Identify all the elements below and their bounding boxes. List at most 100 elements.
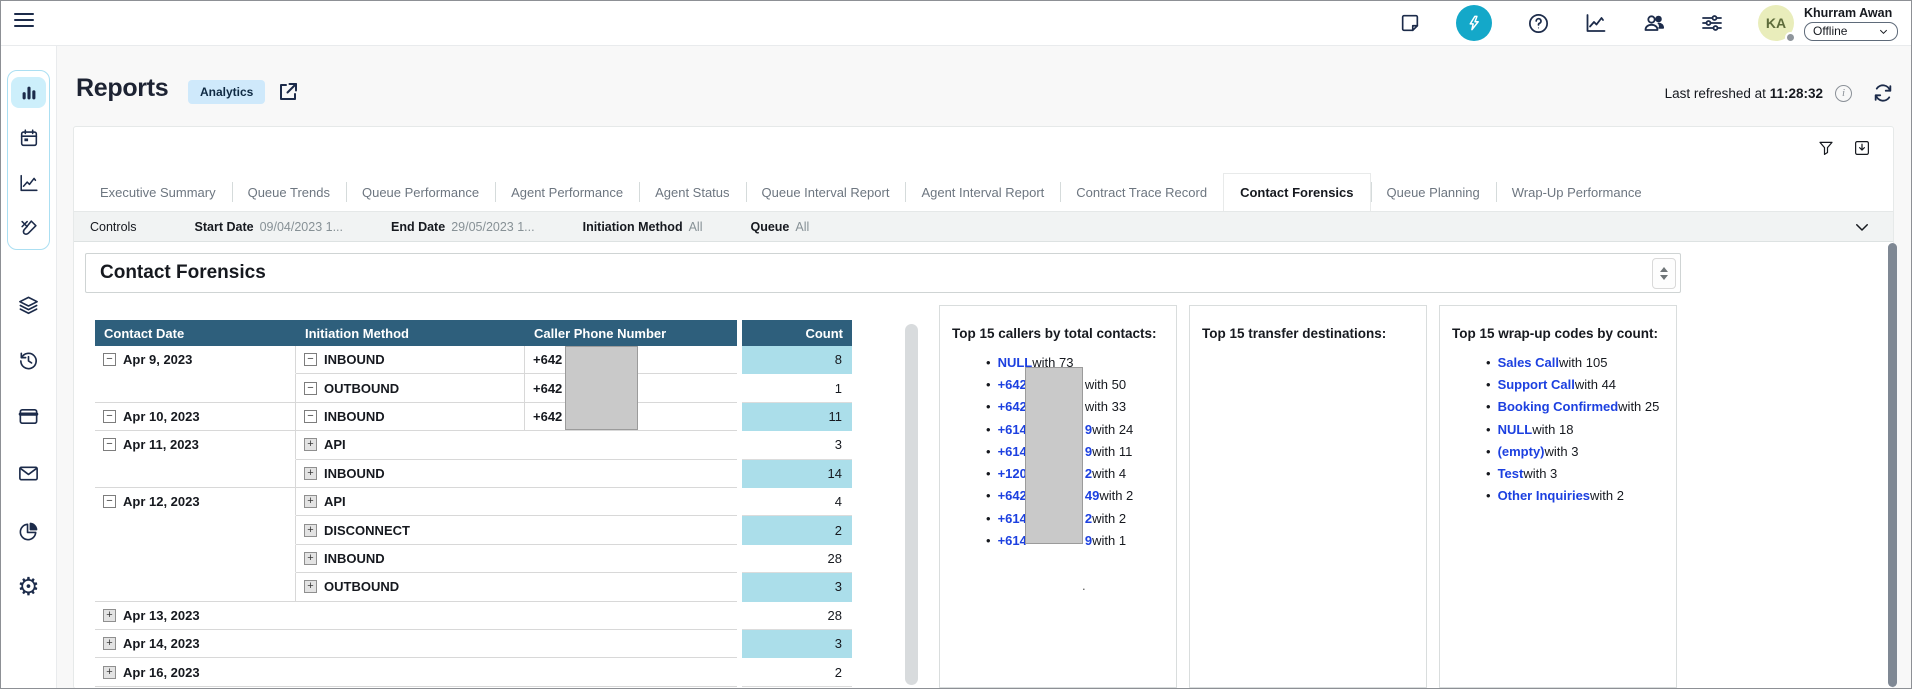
caller-link[interactable]: 9 bbox=[1085, 422, 1092, 437]
gear-icon[interactable]: ⚙ bbox=[10, 570, 47, 604]
wrapup-code-link[interactable]: Support Call bbox=[1498, 377, 1575, 392]
expand-toggle-icon[interactable]: + bbox=[304, 495, 317, 508]
expand-toggle-icon[interactable]: − bbox=[103, 353, 116, 366]
method-label: INBOUND bbox=[324, 409, 385, 424]
expand-toggle-icon[interactable]: + bbox=[304, 467, 317, 480]
date-cell bbox=[95, 374, 296, 402]
expand-toggle-icon[interactable]: − bbox=[103, 495, 116, 508]
history-icon[interactable] bbox=[10, 343, 47, 377]
tab-queue-interval-report[interactable]: Queue Interval Report bbox=[746, 173, 906, 211]
tab-executive-summary[interactable]: Executive Summary bbox=[84, 173, 232, 211]
wrapup-code-link[interactable]: Sales Call bbox=[1498, 355, 1559, 370]
caller-link[interactable]: +614 bbox=[998, 422, 1027, 437]
filter-icon[interactable] bbox=[1817, 139, 1835, 157]
tab-wrap-up-performance[interactable]: Wrap-Up Performance bbox=[1496, 173, 1658, 211]
contact-forensics-table: Contact DateInitiation MethodCaller Phon… bbox=[95, 320, 852, 687]
caller-link[interactable]: +642 bbox=[998, 488, 1027, 503]
expand-toggle-icon[interactable]: + bbox=[103, 609, 116, 622]
expand-toggle-icon[interactable]: + bbox=[304, 580, 317, 593]
line-chart-icon[interactable] bbox=[11, 167, 46, 198]
wrapup-code-link[interactable]: Booking Confirmed bbox=[1498, 399, 1619, 414]
caller-link[interactable]: +614 bbox=[998, 511, 1027, 526]
method-cell: −INBOUND bbox=[296, 403, 525, 431]
tab-contact-forensics[interactable]: Contact Forensics bbox=[1223, 173, 1370, 211]
mail-icon[interactable] bbox=[10, 456, 47, 490]
filter-queue[interactable]: QueueAll bbox=[750, 220, 809, 234]
column-header-contact-date[interactable]: Contact Date bbox=[95, 320, 296, 346]
count-cell: 4 bbox=[742, 488, 852, 516]
page-scrollbar[interactable] bbox=[1888, 243, 1897, 687]
caller-link[interactable]: +614 bbox=[998, 533, 1027, 548]
metrics-icon[interactable] bbox=[1584, 11, 1608, 35]
filter-initiation-method[interactable]: Initiation MethodAll bbox=[583, 220, 703, 234]
menu-icon[interactable] bbox=[14, 13, 34, 31]
expand-toggle-icon[interactable]: − bbox=[304, 382, 317, 395]
expand-toggle-icon[interactable]: + bbox=[304, 438, 317, 451]
tab-agent-performance[interactable]: Agent Performance bbox=[495, 173, 639, 211]
tab-queue-planning[interactable]: Queue Planning bbox=[1371, 173, 1496, 211]
expand-toggle-icon[interactable]: + bbox=[103, 666, 116, 679]
step-down-icon[interactable] bbox=[1660, 275, 1668, 280]
caller-link[interactable]: 9 bbox=[1085, 444, 1092, 459]
expand-toggle-icon[interactable]: + bbox=[304, 524, 317, 537]
tab-queue-trends[interactable]: Queue Trends bbox=[232, 173, 346, 211]
expand-toggle-icon[interactable]: − bbox=[304, 410, 317, 423]
tab-queue-performance[interactable]: Queue Performance bbox=[346, 173, 495, 211]
calendar-icon[interactable] bbox=[11, 122, 46, 153]
step-up-icon[interactable] bbox=[1660, 267, 1668, 272]
column-header-caller-phone-number[interactable]: Caller Phone Number bbox=[525, 320, 737, 346]
status-dropdown[interactable]: Offline bbox=[1804, 22, 1898, 41]
caller-link[interactable]: 2 bbox=[1085, 511, 1092, 526]
expand-toggle-icon[interactable]: − bbox=[304, 353, 317, 366]
external-link-icon[interactable] bbox=[276, 80, 300, 104]
user-name: Khurram Awan bbox=[1804, 6, 1898, 20]
phone-label: +642 bbox=[533, 409, 562, 424]
window-icon[interactable] bbox=[10, 399, 47, 433]
tab-agent-status[interactable]: Agent Status bbox=[639, 173, 745, 211]
download-icon[interactable] bbox=[1853, 139, 1871, 157]
filter-end-date[interactable]: End Date29/05/2023 1... bbox=[391, 220, 535, 234]
bullet-icon: • bbox=[986, 533, 991, 548]
wrapup-code-link[interactable]: (empty) bbox=[1498, 444, 1545, 459]
avatar[interactable]: KA bbox=[1758, 5, 1794, 41]
expand-toggle-icon[interactable]: + bbox=[103, 637, 116, 650]
bar-chart-icon[interactable] bbox=[11, 77, 46, 108]
caller-link[interactable]: +120 bbox=[998, 466, 1027, 481]
layers-icon[interactable] bbox=[10, 288, 47, 322]
column-header-count[interactable]: Count bbox=[742, 320, 852, 346]
info-icon[interactable]: i bbox=[1835, 85, 1852, 102]
filter-start-date[interactable]: Start Date09/04/2023 1... bbox=[195, 220, 343, 234]
brush-icon[interactable] bbox=[11, 212, 46, 243]
wrapup-code-link[interactable]: Other Inquiries bbox=[1498, 488, 1590, 503]
caller-link[interactable]: +614 bbox=[998, 444, 1027, 459]
caller-link[interactable]: 49 bbox=[1085, 488, 1099, 503]
wrapup-code-link[interactable]: NULL bbox=[1498, 422, 1533, 437]
caller-link[interactable]: 2 bbox=[1085, 466, 1092, 481]
help-icon[interactable] bbox=[1526, 11, 1550, 35]
refresh-icon[interactable] bbox=[1872, 82, 1894, 104]
table-scrollbar[interactable] bbox=[905, 324, 918, 685]
date-label: Apr 12, 2023 bbox=[123, 494, 200, 509]
caller-link[interactable]: +642 bbox=[998, 399, 1027, 414]
bolt-icon[interactable] bbox=[1456, 5, 1492, 41]
expand-toggle-icon[interactable]: − bbox=[103, 410, 116, 423]
table-row: −Apr 9, 2023−INBOUND+6428 bbox=[95, 346, 852, 374]
expand-toggle-icon[interactable]: + bbox=[304, 552, 317, 565]
note-icon[interactable] bbox=[1398, 11, 1422, 35]
caller-link[interactable]: 9 bbox=[1085, 533, 1092, 548]
pie-chart-icon[interactable] bbox=[10, 514, 47, 548]
column-header-initiation-method[interactable]: Initiation Method bbox=[296, 320, 525, 346]
chevron-down-icon[interactable] bbox=[1853, 218, 1871, 236]
wrapup-code-link[interactable]: Test bbox=[1498, 466, 1524, 481]
method-cell: −OUTBOUND bbox=[296, 374, 525, 402]
users-icon[interactable] bbox=[1642, 11, 1666, 35]
caller-link[interactable]: +642 bbox=[998, 377, 1027, 392]
list-item: •Other Inquiries with 2 bbox=[1440, 485, 1676, 507]
stepper-control[interactable] bbox=[1652, 258, 1676, 289]
sliders-icon[interactable] bbox=[1700, 11, 1724, 35]
bullet-icon: • bbox=[1486, 466, 1491, 481]
tab-contract-trace-record[interactable]: Contract Trace Record bbox=[1060, 173, 1223, 211]
tab-agent-interval-report[interactable]: Agent Interval Report bbox=[905, 173, 1060, 211]
date-label: Apr 14, 2023 bbox=[123, 636, 200, 651]
expand-toggle-icon[interactable]: − bbox=[103, 438, 116, 451]
